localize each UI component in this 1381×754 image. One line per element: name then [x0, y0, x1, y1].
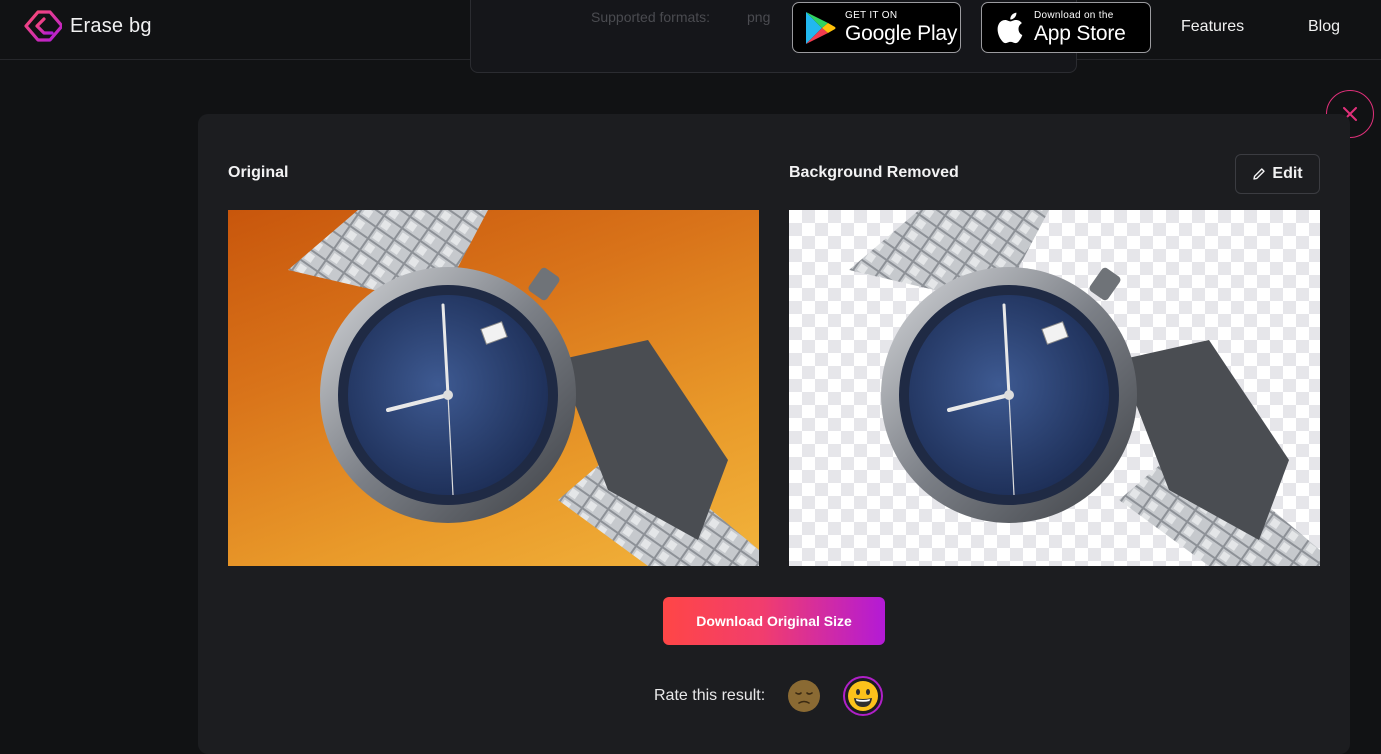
- google-play-button[interactable]: GET IT ON Google Play: [792, 2, 961, 53]
- supported-formats-value: png: [747, 9, 771, 25]
- rate-good-button[interactable]: [843, 676, 884, 716]
- google-play-icon: [803, 10, 837, 46]
- supported-formats-label: Supported formats:: [591, 9, 711, 25]
- pencil-icon: [1253, 168, 1266, 180]
- nav-blog-link[interactable]: Blog: [1308, 18, 1340, 36]
- app-store-small-text: Download on the: [1034, 9, 1114, 21]
- background-removed-title: Background Removed: [789, 164, 959, 181]
- original-image: [228, 210, 759, 566]
- google-play-big-text: Google Play: [845, 21, 958, 45]
- edit-button[interactable]: Edit: [1235, 154, 1320, 194]
- brand-logo[interactable]: Erase bg: [24, 10, 152, 42]
- download-original-size-button[interactable]: Download Original Size: [663, 597, 885, 645]
- background-removed-image: [789, 210, 1320, 566]
- top-header: Erase bg Supported formats: png GET IT O…: [0, 0, 1381, 73]
- google-play-small-text: GET IT ON: [845, 9, 898, 21]
- erase-bg-logo-icon: [24, 10, 62, 42]
- nav-features-link[interactable]: Features: [1181, 18, 1244, 36]
- rate-result-row: Rate this result:: [654, 676, 884, 716]
- pensive-face-icon: [788, 680, 821, 712]
- result-panel: Original Background Removed Edit Downloa…: [198, 114, 1350, 754]
- rate-result-label: Rate this result:: [654, 687, 766, 704]
- brand-name: Erase bg: [70, 14, 152, 37]
- app-store-big-text: App Store: [1034, 21, 1126, 45]
- rate-bad-button[interactable]: [784, 676, 824, 716]
- app-store-button[interactable]: Download on the App Store: [981, 2, 1151, 53]
- original-title: Original: [228, 164, 289, 181]
- watch-cutout-image: [849, 210, 1320, 566]
- edit-label: Edit: [1272, 165, 1303, 182]
- apple-icon: [992, 10, 1026, 46]
- watch-image: [288, 210, 759, 566]
- grinning-face-icon: [848, 681, 879, 711]
